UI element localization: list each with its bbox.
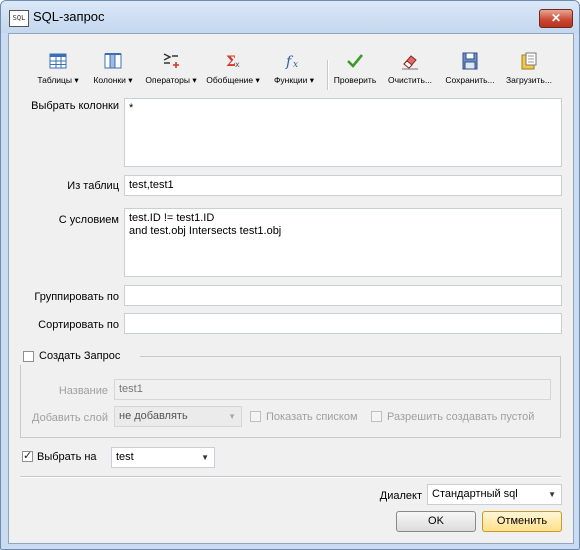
clear-button[interactable]: Очистить... (385, 52, 435, 90)
function-icon: f x (285, 54, 298, 70)
columns-label: Колонки ▾ (93, 75, 133, 85)
separator-line (20, 476, 561, 478)
title-bar[interactable]: SQL SQL-запрос ✕ (1, 1, 579, 33)
dialog-window: SQL SQL-запрос ✕ Таблицы ▾ Колонки ▾ Опе… (0, 0, 580, 550)
aggregation-label: Обобщение ▾ (206, 75, 260, 85)
select-columns-field[interactable]: * (124, 98, 562, 167)
checkmark-icon: ✓ (23, 450, 33, 462)
svg-text:x: x (235, 60, 240, 69)
dialog-body: Таблицы ▾ Колонки ▾ Операторы ▾ Σ x Обоб… (8, 33, 574, 544)
toolbar-separator (327, 60, 329, 90)
select-on-label: Выбрать на (37, 451, 97, 463)
eraser-icon (402, 55, 418, 70)
chevron-down-icon: ▼ (548, 490, 556, 499)
order-by-label: Сортировать по (38, 319, 119, 331)
tables-button[interactable]: Таблицы ▾ (33, 52, 83, 90)
add-layer-value: не добавлять (119, 410, 188, 422)
window-title: SQL-запрос (33, 9, 105, 24)
clear-label: Очистить... (387, 75, 433, 85)
functions-button[interactable]: f x Функции ▾ (267, 52, 321, 90)
save-icon (462, 52, 478, 70)
create-query-checkbox-box[interactable] (23, 351, 34, 362)
chevron-down-icon: ▼ (201, 453, 209, 462)
create-query-title: Создать Запрос (39, 350, 121, 362)
toolbar: Таблицы ▾ Колонки ▾ Операторы ▾ Σ x Обоб… (9, 34, 573, 92)
operators-button[interactable]: Операторы ▾ (141, 52, 201, 90)
show-list-checkbox[interactable] (250, 411, 261, 422)
order-by-field[interactable] (124, 313, 562, 334)
load-icon (521, 52, 537, 70)
check-button[interactable]: Проверить (333, 52, 377, 90)
columns-button[interactable]: Колонки ▾ (88, 52, 138, 90)
save-label: Сохранить... (445, 75, 495, 85)
load-label: Загрузить... (506, 75, 552, 85)
aggregation-button[interactable]: Σ x Обобщение ▾ (205, 52, 261, 90)
load-button[interactable]: Загрузить... (503, 52, 555, 90)
select-on-checkbox[interactable]: ✓ (22, 450, 33, 462)
select-columns-label: Выбрать колонки (31, 100, 119, 112)
svg-text:x: x (293, 60, 298, 70)
sum-icon: Σ x (226, 54, 240, 70)
select-on-value: test (116, 451, 134, 463)
save-button[interactable]: Сохранить... (443, 52, 497, 90)
allow-empty-label: Разрешить создавать пустой (387, 411, 535, 423)
operators-icon (163, 53, 179, 68)
select-on-combo[interactable]: test ▼ (111, 447, 215, 468)
tables-label: Таблицы ▾ (37, 75, 79, 85)
from-tables-label: Из таблиц (67, 180, 119, 192)
dialect-label: Диалект (379, 490, 422, 502)
add-layer-combo[interactable]: не добавлять ▼ (114, 406, 242, 427)
add-layer-label: Добавить слой (32, 412, 108, 424)
ok-button[interactable]: OK (396, 511, 476, 532)
dialect-combo[interactable]: Стандартный sql ▼ (427, 484, 562, 505)
checkmark-icon (347, 54, 364, 68)
where-condition-field[interactable]: test.ID != test1.ID and test.obj Interse… (124, 208, 562, 277)
columns-icon (104, 53, 122, 69)
check-label: Проверить (333, 75, 377, 85)
sql-app-icon: SQL (9, 10, 29, 27)
query-name-label: Название (58, 385, 108, 397)
close-button[interactable]: ✕ (539, 9, 573, 28)
allow-empty-checkbox[interactable] (371, 411, 382, 422)
functions-label: Функции ▾ (273, 75, 315, 85)
show-list-label: Показать списком (266, 411, 358, 423)
query-name-field[interactable]: test1 (114, 379, 551, 400)
from-tables-field[interactable]: test,test1 (124, 175, 562, 196)
cancel-button[interactable]: Отменить (482, 511, 562, 532)
group-by-label: Группировать по (34, 291, 119, 303)
where-label: С условием (58, 214, 119, 226)
chevron-down-icon: ▼ (228, 412, 236, 421)
operators-label: Операторы ▾ (145, 75, 197, 85)
table-icon (49, 53, 67, 69)
group-by-field[interactable] (124, 285, 562, 306)
dialect-value: Стандартный sql (432, 488, 518, 500)
